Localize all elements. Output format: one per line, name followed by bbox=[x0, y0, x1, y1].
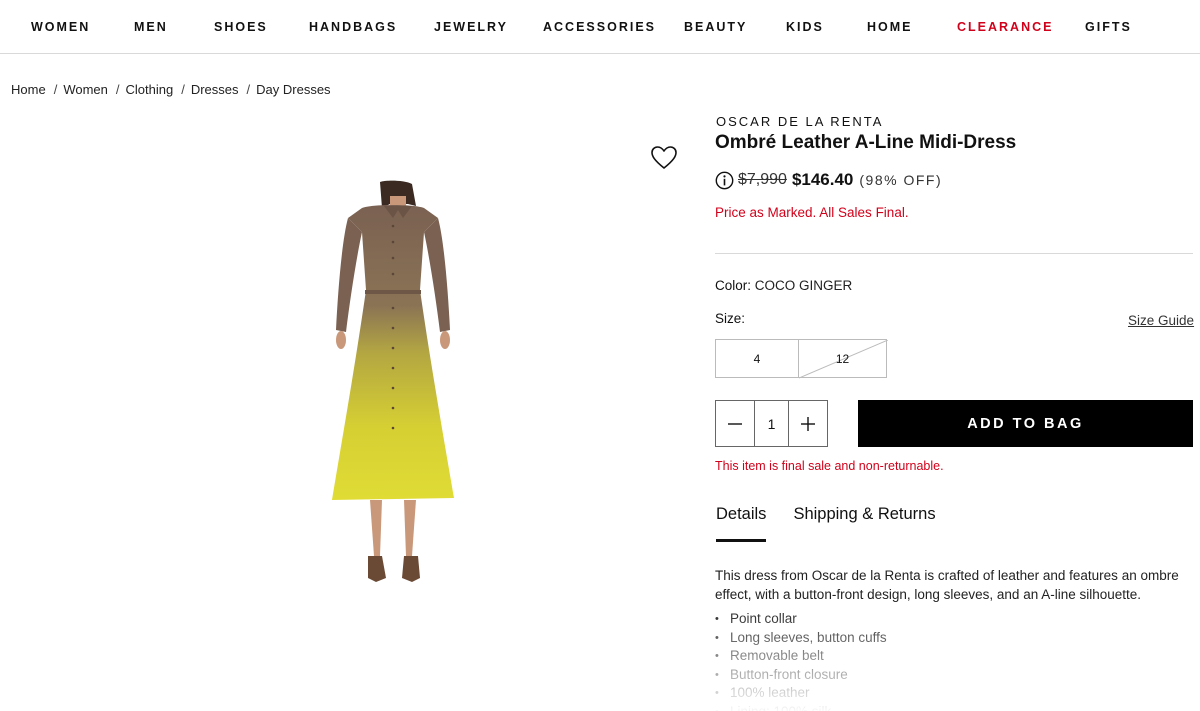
breadcrumb-separator: / bbox=[246, 82, 251, 97]
product-tabs: Details Shipping & Returns bbox=[716, 505, 936, 542]
top-navigation: WOMEN MEN SHOES HANDBAGS JEWELRY ACCESSO… bbox=[0, 0, 1200, 54]
breadcrumb-day-dresses[interactable]: Day Dresses bbox=[256, 82, 330, 97]
minus-icon[interactable] bbox=[716, 401, 754, 446]
size-guide-link[interactable]: Size Guide bbox=[1128, 313, 1194, 328]
nav-item-women[interactable]: WOMEN bbox=[31, 20, 90, 34]
size-options: 4 12 bbox=[715, 339, 888, 379]
discount-percent: (98% OFF) bbox=[859, 172, 943, 188]
quantity-value[interactable]: 1 bbox=[753, 401, 790, 446]
color-label: Color: bbox=[715, 278, 752, 293]
plus-icon[interactable] bbox=[789, 401, 827, 446]
breadcrumb: Home / Women / Clothing / Dresses / Day Dresses bbox=[11, 82, 331, 97]
tab-shipping-returns[interactable]: Shipping & Returns bbox=[793, 505, 935, 542]
divider bbox=[715, 253, 1193, 254]
breadcrumb-separator: / bbox=[53, 82, 58, 97]
size-option-12-unavailable[interactable]: 12 bbox=[798, 339, 888, 379]
feature-item: 100% leather bbox=[715, 684, 887, 703]
size-option-label: 12 bbox=[835, 351, 850, 366]
tab-details[interactable]: Details bbox=[716, 505, 767, 542]
breadcrumb-clothing[interactable]: Clothing bbox=[126, 82, 174, 97]
product-title: Ombré Leather A-Line Midi-Dress bbox=[715, 132, 1017, 153]
breadcrumb-women[interactable]: Women bbox=[63, 82, 108, 97]
size-option-4[interactable]: 4 bbox=[715, 339, 799, 378]
nav-item-accessories[interactable]: ACCESSORIES bbox=[543, 20, 656, 34]
heart-icon[interactable] bbox=[650, 145, 678, 171]
nav-item-men[interactable]: MEN bbox=[134, 20, 168, 34]
color-value: COCO GINGER bbox=[754, 278, 853, 293]
feature-item: Removable belt bbox=[715, 647, 887, 666]
price-notice: Price as Marked. All Sales Final. bbox=[715, 205, 909, 220]
product-description: This dress from Oscar de la Renta is cra… bbox=[715, 568, 1179, 602]
nav-item-clearance[interactable]: CLEARANCE bbox=[957, 20, 1053, 34]
feature-item: Long sleeves, button cuffs bbox=[715, 629, 887, 648]
color-selection: Color: COCO GINGER bbox=[715, 278, 852, 293]
nav-item-home[interactable]: HOME bbox=[867, 20, 913, 34]
product-image[interactable] bbox=[320, 180, 465, 590]
nav-item-gifts[interactable]: GIFTS bbox=[1085, 20, 1132, 34]
original-price: $7,990 bbox=[738, 171, 787, 188]
brand-name[interactable]: OSCAR DE LA RENTA bbox=[716, 114, 883, 129]
final-sale-note: This item is final sale and non-returnab… bbox=[715, 459, 944, 473]
feature-item: Point collar bbox=[715, 610, 887, 629]
nav-item-kids[interactable]: KIDS bbox=[786, 20, 824, 34]
feature-item: Lining: 100% silk bbox=[715, 703, 887, 711]
feature-list: Point collar Long sleeves, button cuffs … bbox=[715, 610, 887, 711]
price-row: $7,990 $146.40 (98% OFF) bbox=[715, 169, 942, 191]
breadcrumb-dresses[interactable]: Dresses bbox=[191, 82, 239, 97]
breadcrumb-separator: / bbox=[181, 82, 185, 97]
breadcrumb-separator: / bbox=[115, 82, 120, 97]
size-label: Size: bbox=[715, 311, 746, 326]
sale-price: $146.40 bbox=[791, 170, 854, 189]
nav-item-jewelry[interactable]: JEWELRY bbox=[434, 20, 508, 34]
add-to-bag-button[interactable]: ADD TO BAG bbox=[858, 400, 1193, 447]
nav-item-beauty[interactable]: BEAUTY bbox=[684, 20, 747, 34]
quantity-stepper: 1 bbox=[715, 400, 828, 447]
breadcrumb-home[interactable]: Home bbox=[11, 82, 46, 97]
nav-item-shoes[interactable]: SHOES bbox=[214, 20, 268, 34]
info-icon[interactable] bbox=[715, 171, 734, 190]
size-option-label: 4 bbox=[753, 351, 761, 366]
nav-item-handbags[interactable]: HANDBAGS bbox=[309, 20, 397, 34]
feature-item: Button-front closure bbox=[715, 666, 887, 685]
